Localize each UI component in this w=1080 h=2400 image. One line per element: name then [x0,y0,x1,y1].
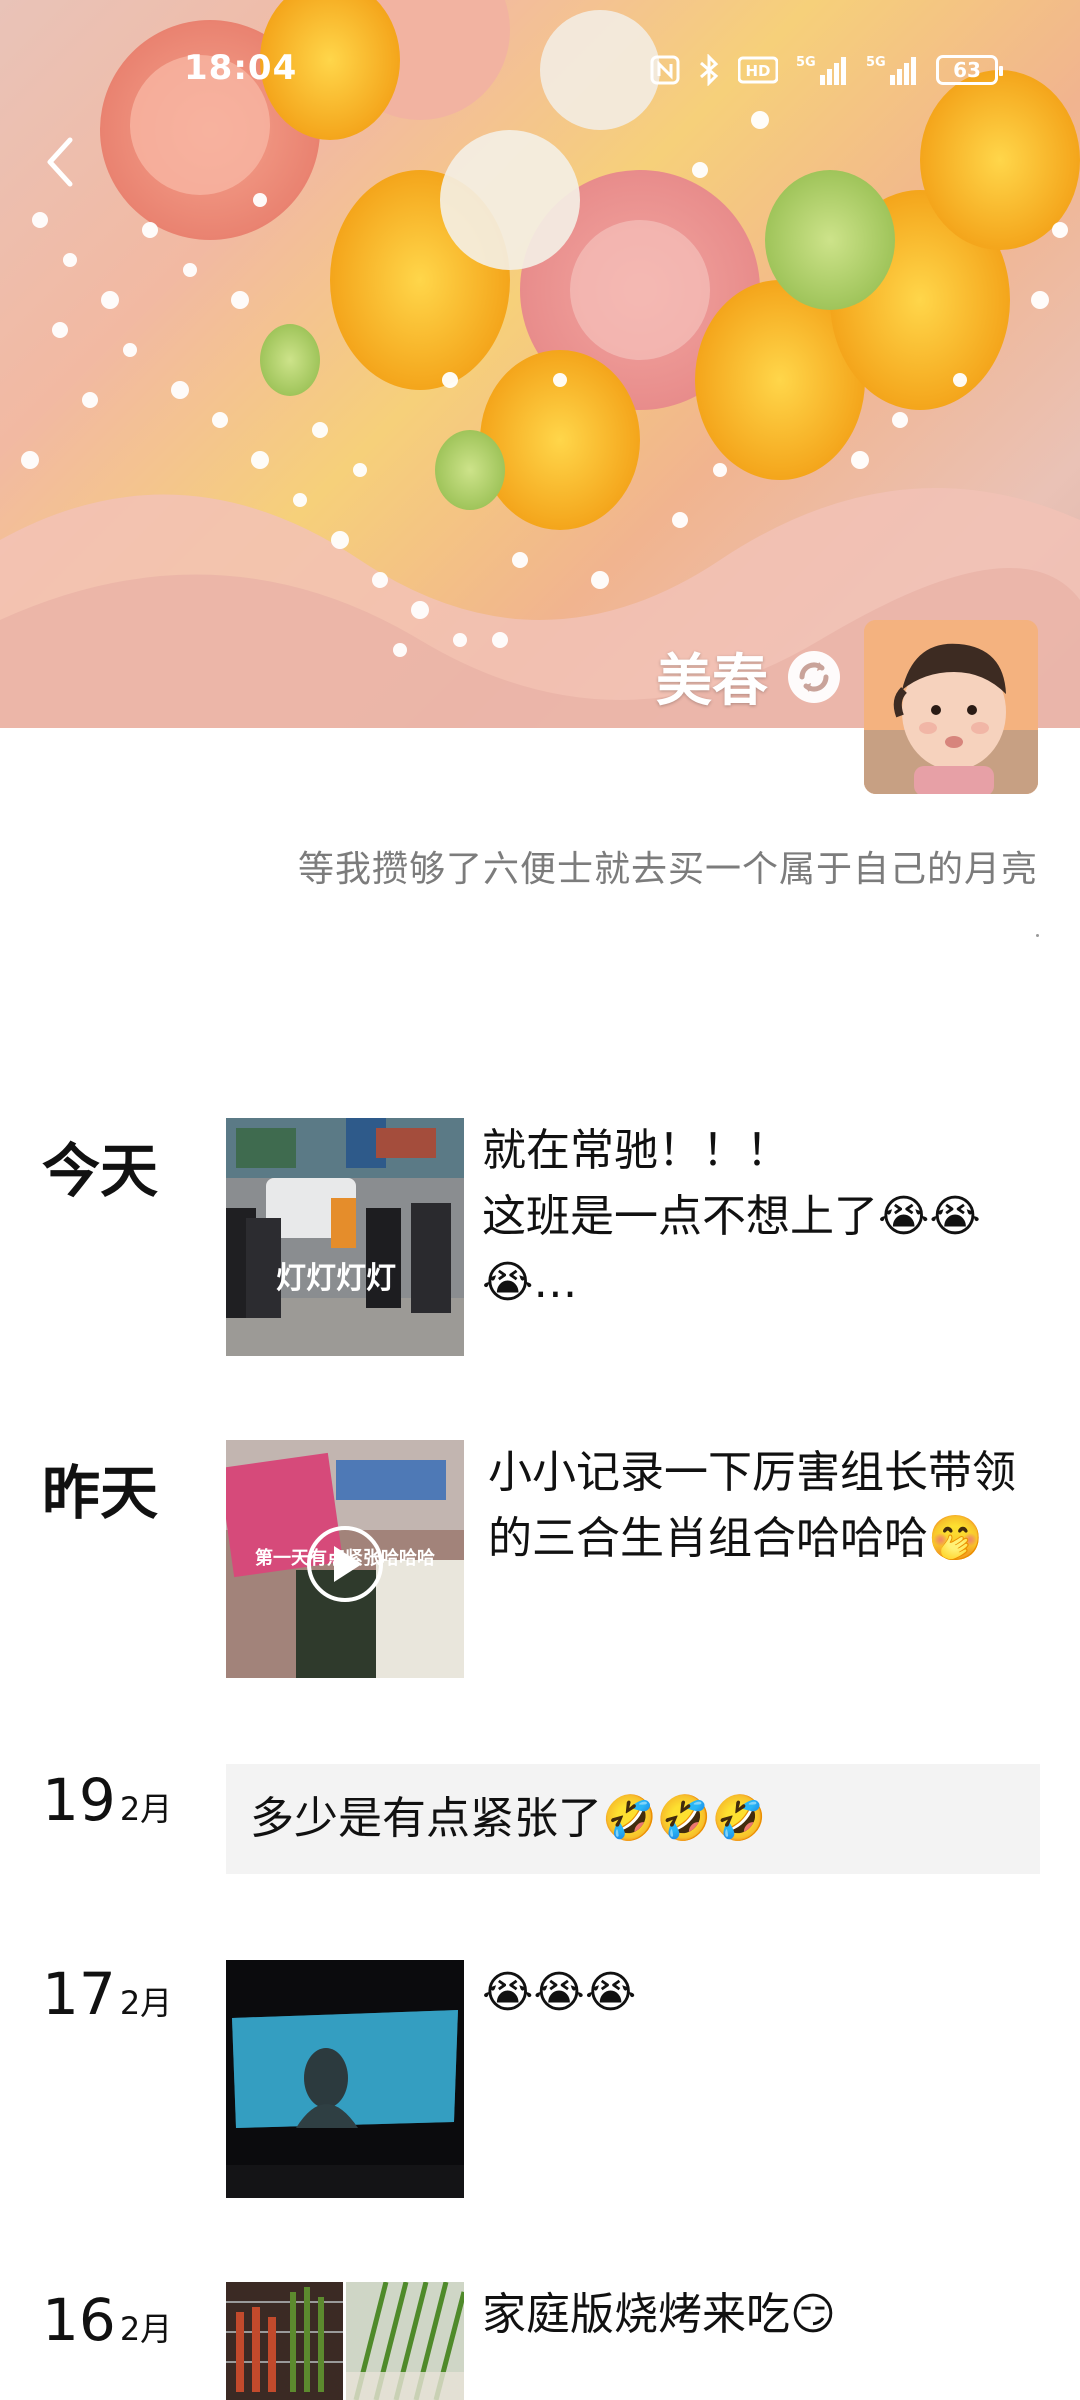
date-day: 17 [42,1960,116,2028]
moment-text[interactable]: 小小记录一下厉害组长带领 的三合生肖组合哈哈哈🤭 [488,1440,1048,1572]
bluetooth-icon [698,54,720,86]
moment-thumbnail[interactable]: 灯灯灯灯 [226,1118,464,1356]
date-label: 16 2月 [42,2286,172,2354]
battery-level: 63 [953,58,981,82]
profile-name-row: 美春 [656,636,842,717]
date-day: 19 [42,1766,116,1834]
text-line: 的三合生肖组合哈哈哈🤭 [488,1513,983,1564]
moment-thumbnail[interactable]: 第一天有点紧张哈哈哈 [226,1440,464,1678]
chevron-left-icon [47,137,73,187]
cover-image[interactable]: 18:04 HD 5G 5G 63 美春 [0,0,1080,728]
date-month: 2月 [119,2310,173,2348]
avatar[interactable] [864,620,1038,794]
status-bar: 18:04 HD 5G 5G 63 [0,40,1080,100]
profile-signature: 等我攒够了六便士就去买一个属于自己的月亮 [297,849,1038,890]
date-month: 2月 [119,1790,173,1828]
battery-icon: 63 [936,55,1003,85]
nfc-icon [650,55,680,85]
date-day: 16 [42,2286,116,2354]
back-button[interactable] [30,132,90,192]
date-label: 19 2月 [42,1766,172,1834]
svg-text:5G: 5G [796,55,816,70]
5g-signal-icon: 5G [866,53,918,87]
text-line: 就在常驰！！！ [482,1125,790,1176]
moment-thumbnail[interactable] [226,2282,343,2400]
photo-image [226,2282,343,2400]
date-label: 昨天 [42,1459,159,1527]
divider-dot [1036,934,1039,937]
thumb-caption: 灯灯灯灯 [276,1261,396,1296]
avatar-image [864,620,1038,794]
moment-text[interactable]: 😭😭😭 [482,1960,1042,2026]
profile-name: 美春 [656,649,768,714]
moment-text: 多少是有点紧张了🤣🤣🤣 [250,1793,767,1844]
text-line: 😭… [482,1257,578,1308]
photo-image: 灯灯灯灯 [226,1118,464,1356]
date-label: 17 2月 [42,1960,172,2028]
text-line: 小小记录一下厉害组长带领 [488,1447,1016,1498]
text-line: 这班是一点不想上了😭😭 [482,1191,981,1242]
status-icons: HD 5G 5G 63 [650,50,1003,90]
flower-bouquet-image [0,0,1080,728]
moment-text[interactable]: 就在常驰！！！ 这班是一点不想上了😭😭 😭… [482,1118,1042,1316]
moment-thumbnail[interactable] [226,1960,464,2198]
date-month: 2月 [119,1984,173,2022]
status-time: 18:04 [184,48,298,88]
svg-text:5G: 5G [866,55,886,70]
photo-image [346,2282,464,2400]
5g-signal-icon: 5G [796,53,848,87]
refresh-icon[interactable] [786,649,842,705]
video-image: 第一天有点紧张哈哈哈 [226,1440,464,1678]
text-only-card[interactable]: 多少是有点紧张了🤣🤣🤣 [226,1764,1040,1874]
svg-text:HD: HD [745,62,770,80]
photo-image [226,1960,464,2198]
moment-thumbnail[interactable] [346,2282,464,2400]
moment-text[interactable]: 家庭版烧烤来吃😏 [482,2282,1042,2348]
date-label: 今天 [42,1137,159,1205]
hd-icon: HD [738,55,778,85]
